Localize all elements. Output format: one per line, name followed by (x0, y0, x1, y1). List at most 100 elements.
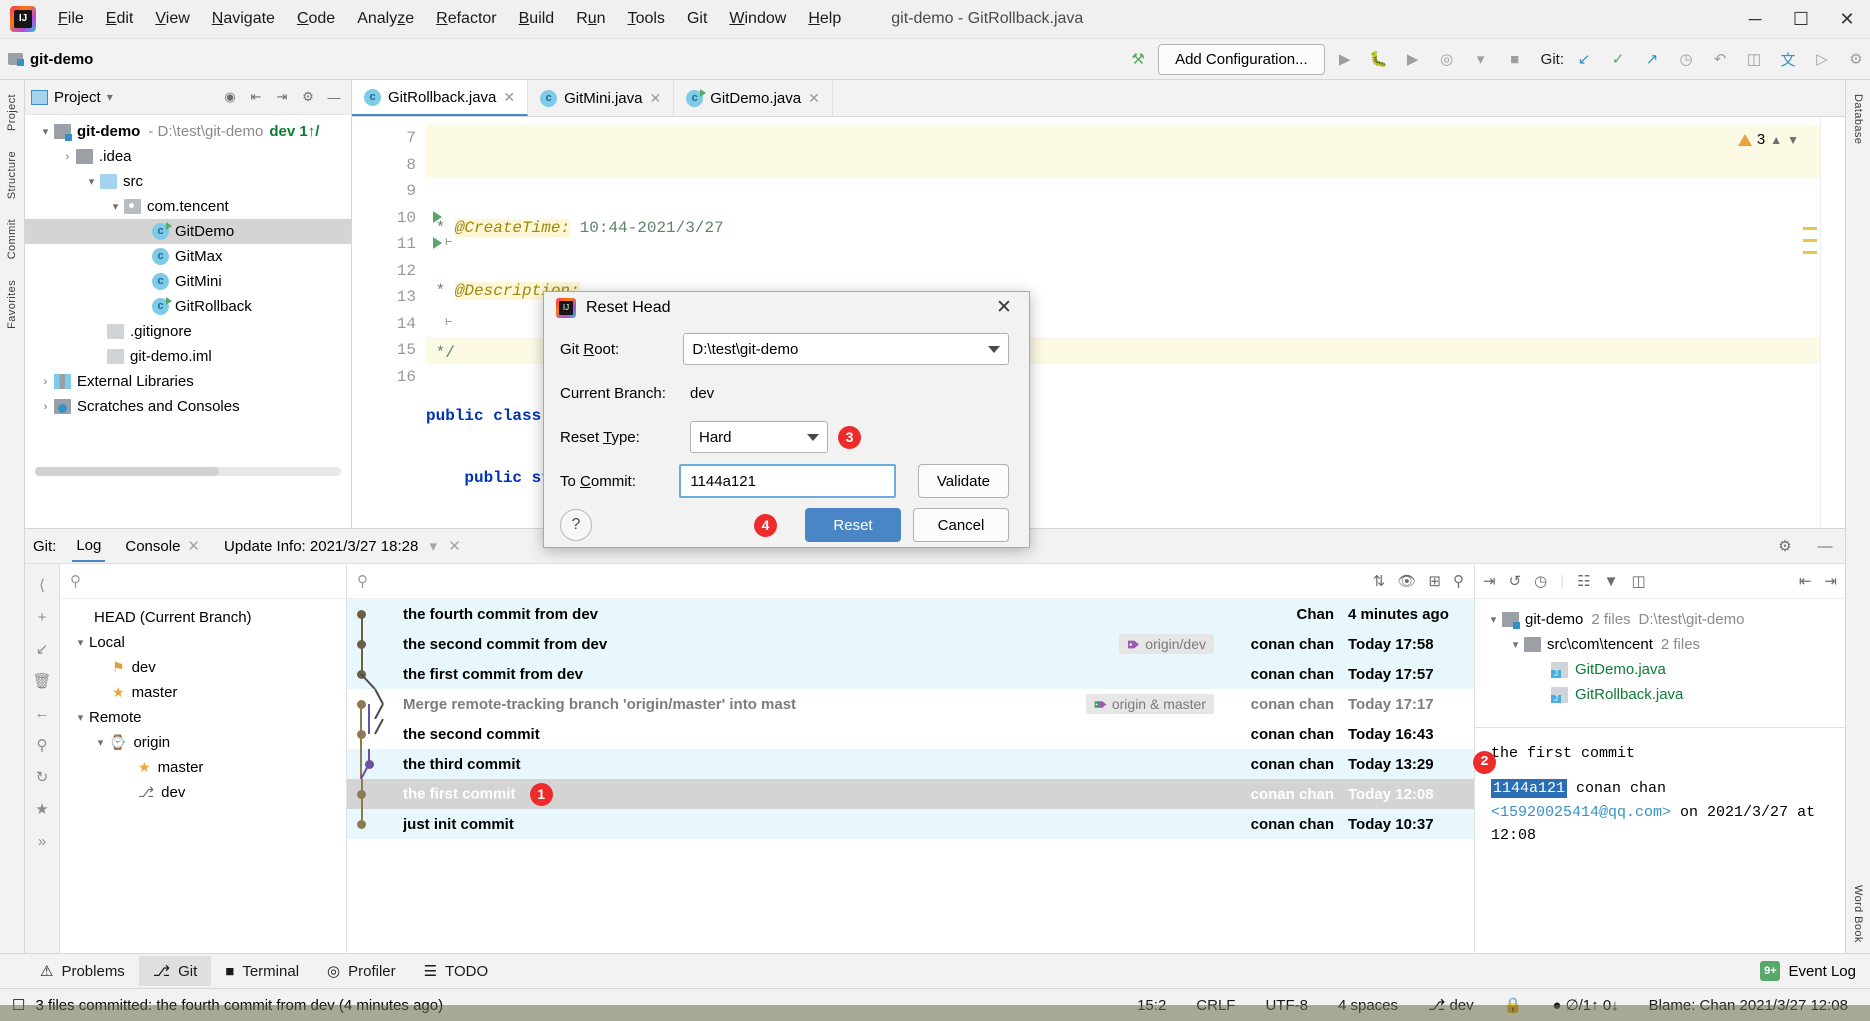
tree-row-iml[interactable]: git-demo.iml (25, 344, 351, 369)
menu-item-help[interactable]: Help (798, 6, 851, 32)
close-icon[interactable]: ✕ (448, 538, 461, 555)
event-log-button[interactable]: 9+ Event Log (1760, 961, 1870, 981)
bottom-tab-terminal[interactable]: ■ Terminal (211, 957, 313, 986)
commit-detail-email[interactable]: <15920025414@qq.com> (1491, 804, 1671, 821)
chevron-down-icon[interactable]: ▾ (83, 175, 100, 188)
changed-files-root[interactable]: ▾ git-demo 2 files D:\test\git-demo (1475, 607, 1845, 632)
menu-item-analyze[interactable]: Analyze (347, 6, 424, 32)
git-commit-icon[interactable]: ✓ (1604, 45, 1632, 73)
tab-gitmini-java[interactable]: c GitMini.java ✕ (528, 80, 675, 116)
menu-item-build[interactable]: Build (509, 6, 565, 32)
chevron-down-icon[interactable]: ▾ (92, 736, 109, 749)
revert-icon[interactable]: ↺ (1509, 572, 1522, 590)
chevron-down-icon[interactable]: ▾ (1467, 45, 1495, 73)
validate-button[interactable]: Validate (917, 464, 1009, 499)
project-horizontal-scrollbar[interactable] (35, 467, 341, 476)
changed-files-dir[interactable]: ▾ src\com\tencent 2 files (1475, 632, 1845, 657)
tab-gitrollback-java[interactable]: c GitRollback.java ✕ (352, 80, 529, 116)
table-row[interactable]: Merge remote-tracking branch 'origin/mas… (347, 689, 1474, 719)
tree-row-gitmax[interactable]: c GitMax (25, 244, 351, 269)
menu-item-view[interactable]: View (145, 6, 199, 32)
branch-row-head[interactable]: HEAD (Current Branch) (60, 605, 346, 630)
branch-row-local[interactable]: ▾ Local (60, 630, 346, 655)
project-panel-title-group[interactable]: Project ▾ (31, 89, 113, 106)
search-commits-icon[interactable]: ⚲ (1453, 572, 1464, 590)
chevron-right-icon[interactable]: › (37, 401, 54, 413)
branch-search-bar[interactable]: ⚲ (60, 564, 346, 599)
git-history-icon[interactable]: ◷ (1672, 45, 1700, 73)
close-icon[interactable]: ✕ (808, 90, 820, 107)
more-icon[interactable]: » (29, 826, 55, 856)
tab-console[interactable]: Console ✕ (121, 531, 204, 561)
tree-row-scratches[interactable]: › Scratches and Consoles (25, 394, 351, 419)
branch-row-origin-dev[interactable]: ⎇ dev (60, 780, 346, 805)
tree-row-gitmini[interactable]: c GitMini (25, 269, 351, 294)
breadcrumb[interactable]: git-demo (8, 51, 93, 68)
reset-button[interactable]: Reset (805, 508, 901, 543)
list-item[interactable]: GitRollback.java (1475, 682, 1845, 707)
stop-icon[interactable]: ■ (1501, 45, 1529, 73)
changed-files-tree[interactable]: ▾ git-demo 2 files D:\test\git-demo ▾ sr… (1475, 599, 1845, 728)
menu-item-window[interactable]: Window (719, 6, 796, 32)
tab-log[interactable]: Log (72, 531, 106, 562)
menu-item-run[interactable]: Run (566, 6, 615, 32)
collapse-all-icon[interactable]: ⇥ (271, 86, 293, 108)
expand-all-icon[interactable]: ⇤ (245, 86, 267, 108)
menu-item-navigate[interactable]: Navigate (202, 6, 285, 32)
add-icon[interactable]: + (29, 602, 55, 632)
run-with-coverage-icon[interactable]: ▶ (1399, 45, 1427, 73)
tree-row-gitrollback[interactable]: c GitRollback (25, 294, 351, 319)
help-button[interactable]: ? (560, 509, 592, 542)
inspection-status[interactable]: 3 ▲ ▼ (1737, 131, 1799, 148)
sidebar-tab-commit[interactable]: Commit (4, 209, 20, 269)
fetch-icon[interactable]: ← (29, 698, 55, 728)
sidebar-tab-database[interactable]: Database (1850, 84, 1866, 154)
table-row[interactable]: just init commit conan chan Today 10:37 (347, 809, 1474, 839)
gear-icon[interactable]: ⚙ (1773, 534, 1797, 558)
bottom-tab-problems[interactable]: ⚠ Problems (26, 956, 139, 986)
cancel-button[interactable]: Cancel (913, 508, 1009, 543)
tree-row-package[interactable]: ▾ com.tencent (25, 194, 351, 219)
project-tree[interactable]: ▾ git-demo - D:\test\git-demo dev 1↑/ › … (25, 115, 351, 528)
list-item[interactable]: GitDemo.java (1475, 657, 1845, 682)
sidebar-tab-project[interactable]: Project (4, 84, 20, 141)
git-update-icon[interactable]: ↙ (1570, 45, 1598, 73)
build-hammer-icon[interactable]: ⚒ (1124, 45, 1152, 73)
tree-row-idea[interactable]: › .idea (25, 144, 351, 169)
debug-icon[interactable]: 🐛 (1365, 45, 1393, 73)
git-root-combo[interactable]: D:\test\git-demo (683, 333, 1009, 366)
favorite-star-icon[interactable]: ★ (29, 794, 55, 824)
update-info-tab[interactable]: Update Info: 2021/3/27 18:28 ▾ ✕ (220, 531, 465, 561)
chevron-down-icon[interactable]: ▾ (430, 538, 438, 555)
menu-item-code[interactable]: Code (287, 6, 345, 32)
chevron-down-icon[interactable]: ▾ (37, 125, 54, 138)
search-icon[interactable]: ⚲ (357, 572, 368, 590)
menu-item-edit[interactable]: Edit (96, 6, 144, 32)
filter-icon[interactable]: ▼ (1604, 573, 1619, 590)
reset-type-combo[interactable]: Hard (690, 421, 828, 454)
translate-icon[interactable]: 文 (1774, 45, 1802, 73)
profile-icon[interactable]: ◎ (1433, 45, 1461, 73)
tree-row-gitignore[interactable]: .gitignore (25, 319, 351, 344)
chevron-down-icon[interactable]: ▾ (107, 200, 124, 213)
branch-row-dev[interactable]: ⚑ dev (60, 655, 346, 680)
history-icon[interactable]: ◷ (1534, 572, 1547, 590)
close-button[interactable]: ✕ (1824, 0, 1870, 38)
chevron-down-icon[interactable]: ▾ (1507, 638, 1524, 651)
minimize-button[interactable]: ─ (1732, 0, 1778, 38)
search-icon[interactable]: ⚲ (29, 730, 55, 760)
inspection-gutter[interactable] (1803, 117, 1845, 528)
menu-item-refactor[interactable]: Refactor (426, 6, 506, 32)
expand-all-icon[interactable]: ⇤ (1799, 572, 1812, 590)
locate-file-icon[interactable]: ◉ (219, 86, 241, 108)
delete-icon[interactable]: 🗑 (29, 666, 55, 696)
chevron-down-icon[interactable]: ▾ (107, 90, 113, 104)
search-everywhere-icon[interactable]: ◫ (1740, 45, 1768, 73)
commit-hash[interactable]: 1144a121 (1491, 779, 1568, 799)
table-row[interactable]: the fourth commit from dev Chan 4 minute… (347, 599, 1474, 629)
collapse-icon[interactable]: ⇥ (1483, 572, 1496, 590)
close-icon[interactable]: ✕ (991, 295, 1017, 321)
branch-tree[interactable]: HEAD (Current Branch) ▾ Local ⚑ dev ★ ma… (60, 599, 346, 953)
chevron-right-icon[interactable]: › (59, 151, 76, 163)
table-row[interactable]: the first commit from dev conan chan Tod… (347, 659, 1474, 689)
